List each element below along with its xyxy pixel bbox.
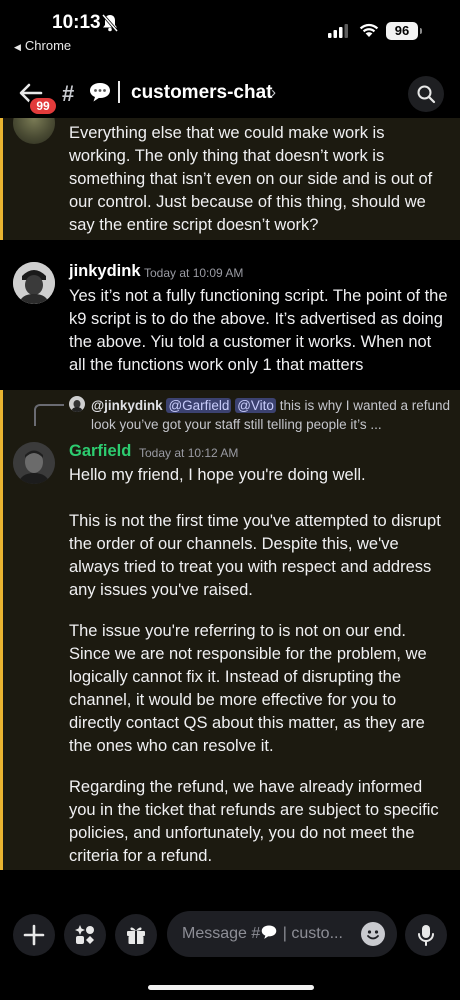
status-bar: 10:13 ◀ Chrome 96 xyxy=(0,0,460,60)
avatar[interactable] xyxy=(13,118,55,144)
reply-preview[interactable]: @jinkydink @Garfield @Vito this is why I… xyxy=(91,396,451,434)
emoji-button[interactable] xyxy=(361,922,385,946)
reply-avatar xyxy=(69,396,85,412)
wifi-icon xyxy=(359,23,379,37)
back-to-app-link[interactable]: ◀ Chrome xyxy=(14,38,71,53)
message-paragraph: This is not the first time you've attemp… xyxy=(69,512,441,599)
smiley-icon xyxy=(367,930,379,940)
search-button[interactable] xyxy=(408,76,444,112)
message-item[interactable]: Everything else that we could make work … xyxy=(0,118,460,240)
plus-icon xyxy=(23,924,45,946)
cellular-signal-icon xyxy=(328,24,348,38)
speech-bubble-icon xyxy=(261,925,277,939)
message-list[interactable]: Everything else that we could make work … xyxy=(0,118,460,900)
message-paragraph: Hello my friend, I hope you're doing wel… xyxy=(69,466,366,484)
message-item[interactable]: jinkydink Today at 10:09 AM Yes it’s not… xyxy=(0,258,460,376)
avatar-face-icon xyxy=(13,262,55,304)
gift-icon xyxy=(127,927,145,944)
sparkle-apps-icon xyxy=(75,925,94,944)
reply-connector xyxy=(34,404,64,426)
reply-author: @jinkydink xyxy=(91,398,163,413)
microphone-icon xyxy=(418,925,434,946)
message-timestamp: Today at 10:09 AM xyxy=(144,266,244,280)
avatar[interactable] xyxy=(13,262,55,304)
message-author[interactable]: jinkydink xyxy=(69,262,141,281)
home-indicator[interactable] xyxy=(148,985,314,990)
message-paragraph: The issue you're referring to is not on … xyxy=(69,622,427,755)
avatar-face-icon xyxy=(13,442,55,484)
message-timestamp: Today at 10:12 AM xyxy=(139,446,239,460)
channel-title[interactable]: customers-chat xyxy=(131,82,273,104)
placeholder-prefix: Message # xyxy=(182,925,261,942)
message-text: Yes it’s not a fully functioning script.… xyxy=(69,287,448,374)
message-author[interactable]: Garfield xyxy=(69,442,131,461)
title-divider xyxy=(118,81,120,103)
mention-vito[interactable]: @Vito xyxy=(235,398,276,413)
mention-garfield[interactable]: @Garfield xyxy=(166,398,232,413)
message-item[interactable]: @jinkydink @Garfield @Vito this is why I… xyxy=(0,390,460,870)
unread-badge: 99 xyxy=(28,96,58,116)
message-paragraph: Regarding the refund, we have already in… xyxy=(69,778,439,865)
speech-bubble-icon xyxy=(90,83,110,102)
back-app-label: Chrome xyxy=(24,38,72,53)
placeholder-suffix: | custo... xyxy=(282,925,343,942)
chevron-right-icon: › xyxy=(271,84,276,101)
bell-muted-icon xyxy=(102,14,118,32)
message-placeholder: Message # | custo... xyxy=(182,924,343,943)
search-icon xyxy=(417,85,436,104)
gift-button[interactable] xyxy=(115,914,157,956)
message-input[interactable]: Message # | custo... xyxy=(167,911,397,957)
channel-header: 99 # customers-chat › xyxy=(0,62,460,122)
clock: 10:13 xyxy=(52,12,101,33)
message-text: Everything else that we could make work … xyxy=(69,124,433,234)
apps-button[interactable] xyxy=(64,914,106,956)
add-attachment-button[interactable] xyxy=(13,914,55,956)
voice-message-button[interactable] xyxy=(405,914,447,956)
channel-hash-icon: # xyxy=(62,81,75,106)
avatar[interactable] xyxy=(13,442,55,484)
battery-indicator: 96 xyxy=(386,22,422,40)
